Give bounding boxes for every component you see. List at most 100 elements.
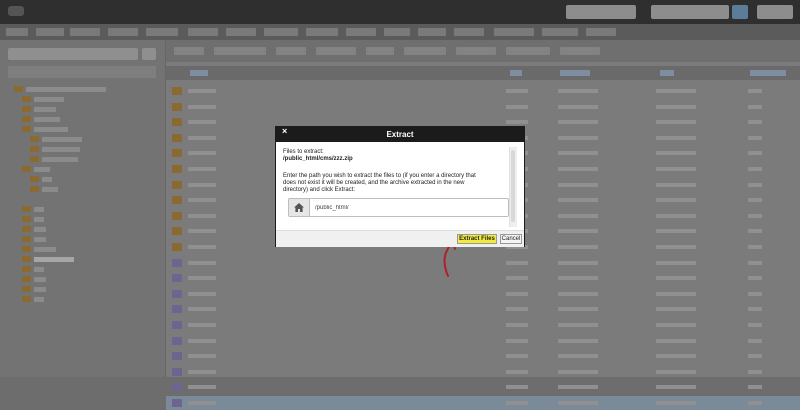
tree-item[interactable] xyxy=(22,236,46,244)
instructions-text-line3: directory) and click Extract: xyxy=(283,187,356,193)
file-cell xyxy=(558,260,598,265)
file-cell xyxy=(748,89,762,93)
file-cell xyxy=(188,291,216,296)
file-row[interactable] xyxy=(166,271,800,285)
search-query-input[interactable] xyxy=(651,5,729,19)
file-cell xyxy=(188,354,216,359)
toolbar-item[interactable] xyxy=(36,28,64,36)
column-header[interactable] xyxy=(510,70,522,76)
tree-item[interactable] xyxy=(30,176,52,184)
file-cell xyxy=(748,260,762,265)
file-row[interactable] xyxy=(166,349,800,363)
file-cell xyxy=(656,338,696,343)
nav-button[interactable] xyxy=(316,47,356,55)
tree-item[interactable] xyxy=(22,206,44,214)
file-cell xyxy=(558,120,598,125)
file-cell xyxy=(656,182,696,187)
dialog-scrollbar[interactable] xyxy=(509,147,517,227)
file-row[interactable] xyxy=(166,318,800,332)
nav-button[interactable] xyxy=(366,47,394,55)
file-cell xyxy=(748,385,762,390)
settings-button[interactable] xyxy=(757,5,793,19)
file-row[interactable] xyxy=(166,84,800,98)
file-row[interactable] xyxy=(166,396,800,410)
toolbar-item[interactable] xyxy=(418,28,446,36)
tree-item[interactable] xyxy=(22,216,44,224)
tree-item[interactable] xyxy=(22,246,56,254)
cancel-button[interactable]: Cancel xyxy=(500,234,522,244)
column-header[interactable] xyxy=(660,70,674,76)
search-files-input[interactable] xyxy=(566,5,636,19)
nav-button[interactable] xyxy=(214,47,266,55)
extract-files-button[interactable]: Extract Files xyxy=(457,234,497,244)
file-cell xyxy=(506,260,528,265)
file-row[interactable] xyxy=(166,256,800,270)
sidebar-go-button[interactable] xyxy=(142,48,156,60)
file-cell xyxy=(506,104,528,109)
tree-item[interactable] xyxy=(30,186,58,194)
tree-item[interactable] xyxy=(22,276,46,284)
toolbar-item[interactable] xyxy=(384,28,410,36)
folder-icon xyxy=(172,102,182,111)
sidebar-path-input[interactable] xyxy=(8,48,138,60)
file-cell xyxy=(188,245,216,249)
toolbar-item[interactable] xyxy=(146,28,178,36)
toolbar-item[interactable] xyxy=(6,28,28,36)
tree-item[interactable] xyxy=(22,126,68,134)
tree-item[interactable] xyxy=(30,146,80,154)
toolbar-item[interactable] xyxy=(586,28,616,36)
nav-button[interactable] xyxy=(560,47,600,55)
collapse-all-button[interactable] xyxy=(8,66,156,78)
nav-button[interactable] xyxy=(276,47,306,55)
file-table-header xyxy=(166,66,800,80)
toolbar-item[interactable] xyxy=(264,28,298,36)
tree-item[interactable] xyxy=(22,296,44,304)
file-cell xyxy=(558,401,598,405)
nav-button[interactable] xyxy=(456,47,496,55)
tree-item[interactable] xyxy=(22,226,46,234)
file-cell xyxy=(748,213,762,218)
tree-item[interactable] xyxy=(22,116,60,124)
tree-item[interactable] xyxy=(22,256,74,264)
scrollbar-thumb[interactable] xyxy=(511,150,515,222)
column-header[interactable] xyxy=(750,70,786,76)
column-header[interactable] xyxy=(190,70,208,76)
file-cell xyxy=(558,307,598,312)
search-go-button[interactable] xyxy=(732,5,748,19)
toolbar-item[interactable] xyxy=(346,28,376,36)
nav-button[interactable] xyxy=(506,47,550,55)
nav-button[interactable] xyxy=(404,47,446,55)
file-cell xyxy=(188,401,216,405)
toolbar-item[interactable] xyxy=(542,28,578,36)
file-icon xyxy=(172,321,182,329)
toolbar-item[interactable] xyxy=(494,28,534,36)
file-row[interactable] xyxy=(166,287,800,301)
tree-item[interactable] xyxy=(22,106,56,114)
tree-item[interactable] xyxy=(22,166,50,174)
toolbar-item[interactable] xyxy=(108,28,138,36)
toolbar-item[interactable] xyxy=(188,28,218,36)
tree-item[interactable] xyxy=(14,86,106,94)
tree-item[interactable] xyxy=(30,136,82,144)
tree-item[interactable] xyxy=(22,286,46,294)
close-icon[interactable]: × xyxy=(282,127,287,136)
toolbar-item[interactable] xyxy=(454,28,484,36)
toolbar-item[interactable] xyxy=(226,28,256,36)
file-cell xyxy=(748,291,762,296)
nav-button[interactable] xyxy=(174,47,204,55)
file-row[interactable] xyxy=(166,100,800,114)
tree-item[interactable] xyxy=(22,266,44,274)
file-cell xyxy=(558,167,598,171)
toolbar-item[interactable] xyxy=(70,28,100,36)
extract-path-input[interactable] xyxy=(315,199,503,216)
file-cell xyxy=(748,401,762,405)
tree-item[interactable] xyxy=(22,96,64,104)
file-cell xyxy=(188,307,216,312)
tree-item[interactable] xyxy=(30,156,78,164)
column-header[interactable] xyxy=(560,70,590,76)
file-row[interactable] xyxy=(166,380,800,394)
file-row[interactable] xyxy=(166,302,800,316)
toolbar-item[interactable] xyxy=(306,28,338,36)
file-row[interactable] xyxy=(166,334,800,348)
file-icon xyxy=(172,383,182,392)
